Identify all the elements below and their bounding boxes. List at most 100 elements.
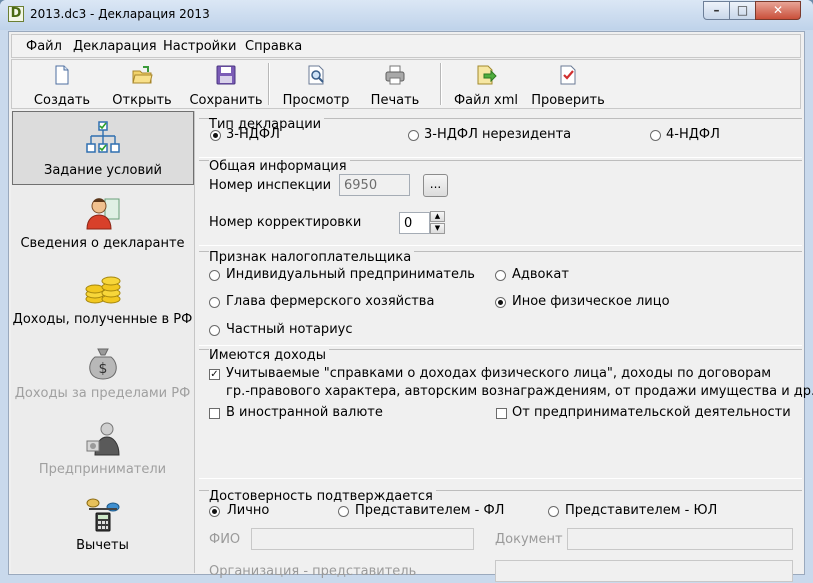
sidebar-item-label: Доходы, полученные в РФ: [12, 312, 193, 327]
fio-label: ФИО: [209, 532, 241, 547]
radio-label: 3-НДФЛ: [226, 127, 280, 142]
radio-4ndfl[interactable]: [650, 130, 661, 141]
preview-magnifier-icon: [308, 65, 324, 85]
svg-text:$: $: [98, 361, 107, 377]
print-button[interactable]: Печать: [362, 62, 428, 108]
radio-label: Иное физическое лицо: [512, 294, 670, 309]
sidebar-item-label: Вычеты: [76, 538, 129, 553]
incomes-group: Имеются доходы ✓ Учитываемые "справками …: [199, 348, 813, 479]
correction-number-input[interactable]: 0: [399, 212, 430, 234]
close-button[interactable]: ✕: [755, 1, 801, 20]
radio-notary[interactable]: [209, 325, 220, 336]
sidebar-item-income-abroad[interactable]: $ Доходы за пределами РФ: [11, 337, 194, 411]
radio-lawyer[interactable]: [495, 270, 506, 281]
coins-icon: [85, 276, 120, 304]
certified-income-checkbox[interactable]: ✓: [209, 369, 220, 380]
open-button[interactable]: Открыть: [104, 62, 180, 108]
entrepreneurial-income-label: От предпринимательской деятельности: [512, 405, 791, 420]
inspection-browse-button[interactable]: ...: [423, 174, 448, 197]
toolbar-separator: [268, 63, 270, 105]
maximize-button[interactable]: □: [729, 1, 756, 20]
new-document-icon: [55, 65, 69, 85]
document-input[interactable]: [567, 528, 793, 550]
radio-individual-entrepreneur[interactable]: [209, 270, 220, 281]
radio-personally[interactable]: [209, 506, 220, 517]
group-title: Имеются доходы: [209, 348, 329, 363]
sidebar-item-conditions[interactable]: Задание условий: [12, 111, 194, 185]
org-representative-input[interactable]: [495, 560, 793, 582]
radio-label: 3-НДФЛ нерезидента: [424, 127, 572, 142]
money-bag-icon: $: [88, 348, 117, 380]
radio-label: Лично: [227, 503, 270, 518]
window-title: 2013.dc3 - Декларация 2013: [30, 7, 210, 21]
app-logo-icon: D: [8, 6, 24, 22]
menu-declaration[interactable]: Декларация: [73, 39, 157, 54]
radio-label: Представителем - ФЛ: [355, 503, 505, 518]
menu-bar: Файл Декларация Настройки Справка: [11, 34, 801, 58]
sidebar-item-declarant[interactable]: Сведения о декларанте: [11, 187, 194, 261]
xml-export-icon: [477, 65, 497, 85]
radio-other-individual[interactable]: [495, 297, 506, 308]
menu-file[interactable]: Файл: [26, 39, 62, 54]
sidebar-item-income-rf[interactable]: Доходы, полученные в РФ: [11, 263, 194, 337]
declaration-type-group: Тип декларации 3-НДФЛ 3-НДФЛ нерезидента…: [199, 117, 802, 158]
radio-label: 4-НДФЛ: [666, 127, 720, 142]
businessman-icon: [86, 422, 120, 456]
group-title: Достоверность подтверждается: [209, 489, 436, 504]
check-document-icon: [560, 65, 576, 85]
radio-3ndfl-nonresident[interactable]: [408, 130, 419, 141]
sidebar: Задание условий Сведения о декларанте До…: [11, 111, 195, 573]
general-info-group: Общая информация Номер инспекции 6950 ..…: [199, 159, 802, 246]
radio-representative-individual[interactable]: [338, 506, 349, 517]
foreign-currency-checkbox[interactable]: [209, 408, 220, 419]
foreign-currency-label: В иностранной валюте: [226, 405, 383, 420]
certified-income-label-line1: Учитываемые "справками о доходах физичес…: [226, 366, 772, 381]
sidebar-item-entrepreneurs[interactable]: Предприниматели: [11, 413, 194, 487]
fio-input[interactable]: [251, 528, 474, 550]
open-folder-icon: [132, 66, 153, 84]
inspection-number-input[interactable]: 6950: [339, 174, 410, 196]
correction-label: Номер корректировки: [209, 215, 362, 230]
printer-icon: [385, 65, 405, 85]
sidebar-item-label: Сведения о декларанте: [20, 236, 185, 251]
check-button[interactable]: Проверить: [528, 62, 608, 108]
preview-label: Просмотр: [282, 93, 350, 108]
scales-calculator-icon: [86, 498, 119, 532]
preview-button[interactable]: Просмотр: [276, 62, 356, 108]
group-title: Признак налогоплательщика: [209, 250, 415, 265]
create-button[interactable]: Создать: [26, 62, 98, 108]
spin-up-icon[interactable]: ▲: [430, 211, 445, 222]
toolbar: Создать Открыть Сохранить Просмотр Печат…: [11, 59, 801, 109]
open-label: Открыть: [112, 93, 172, 108]
org-label: Организация - представитель: [209, 564, 417, 579]
radio-representative-legal[interactable]: [548, 506, 559, 517]
conditions-tree-icon: [86, 121, 120, 153]
export-xml-button[interactable]: Файл xml: [448, 62, 524, 108]
correction-spinner[interactable]: ▲ ▼: [430, 211, 446, 235]
save-button[interactable]: Сохранить: [186, 62, 266, 108]
sidebar-item-deductions[interactable]: Вычеты: [11, 489, 194, 563]
radio-farm-head[interactable]: [209, 297, 220, 308]
menu-settings[interactable]: Настройки: [163, 39, 236, 54]
menu-help[interactable]: Справка: [245, 39, 302, 54]
save-label: Сохранить: [189, 93, 263, 108]
client-area: Файл Декларация Настройки Справка Создат…: [8, 31, 813, 582]
radio-label: Индивидуальный предприниматель: [226, 267, 475, 282]
document-label: Документ: [495, 532, 563, 547]
title-bar[interactable]: D 2013.dc3 - Декларация 2013 – □ ✕: [0, 0, 813, 30]
taxpayer-type-group: Признак налогоплательщика Индивидуальный…: [199, 250, 802, 346]
toolbar-separator: [440, 63, 442, 105]
main-panel: Тип декларации 3-НДФЛ 3-НДФЛ нерезидента…: [199, 112, 813, 582]
sidebar-item-label: Задание условий: [44, 163, 162, 178]
entrepreneurial-income-checkbox[interactable]: [496, 408, 507, 419]
sidebar-item-label: Предприниматели: [38, 462, 167, 477]
create-label: Создать: [33, 93, 91, 108]
radio-3ndfl[interactable]: [210, 130, 221, 141]
minimize-button[interactable]: –: [703, 1, 730, 20]
print-label: Печать: [370, 93, 420, 108]
person-document-icon: [85, 198, 119, 230]
confirmation-group: Достоверность подтверждается Лично Предс…: [199, 489, 802, 582]
spin-down-icon[interactable]: ▼: [430, 223, 445, 234]
group-title: Общая информация: [209, 159, 350, 174]
radio-label: Глава фермерского хозяйства: [226, 294, 435, 309]
